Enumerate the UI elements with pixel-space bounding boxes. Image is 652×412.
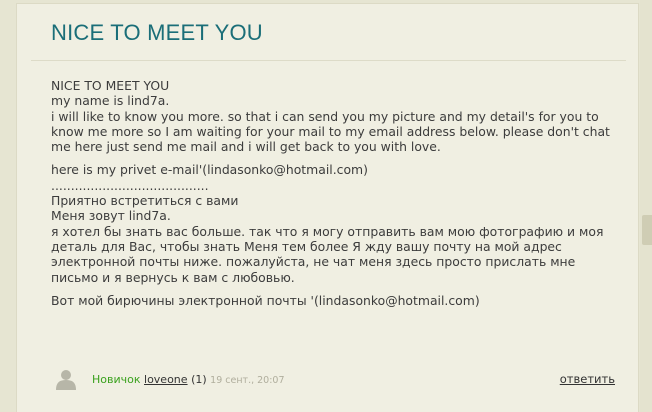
forum-post: NICE TO MEET YOU NICE TO MEET YOU my nam… — [16, 3, 639, 412]
post-meta: Новичок loveone (1) 19 сент., 20:07 — [92, 373, 285, 386]
body-line: my name is lind7a. — [51, 93, 170, 109]
body-paragraph: i will like to know you more. so that i … — [51, 108, 610, 155]
user-rank: Новичок — [92, 373, 141, 386]
body-line: NICE TO MEET YOU — [51, 78, 170, 93]
post-count: (1) — [191, 373, 207, 386]
user-silhouette-icon — [55, 368, 77, 390]
dotted-separator: ........................................ — [51, 177, 209, 193]
reply-link[interactable]: ответить — [560, 372, 615, 386]
post-title: NICE TO MEET YOU — [51, 20, 263, 45]
author-link[interactable]: loveone — [144, 373, 188, 386]
post-footer: Новичок loveone (1) 19 сент., 20:07 отве… — [55, 366, 615, 394]
post-body: NICE TO MEET YOU my name is lind7a. i wi… — [51, 78, 621, 308]
page-edge — [640, 0, 652, 412]
title-divider — [31, 60, 626, 61]
body-line-ru: Меня зовут lind7a. — [51, 208, 171, 224]
body-paragraph-ru: я хотел бы знать вас больше. так что я м… — [51, 223, 604, 285]
side-tab — [642, 215, 652, 245]
email-line-ru: Вот мой бирючины электронной почты '(lin… — [51, 292, 480, 308]
body-line-ru: Приятно встретиться с вами — [51, 193, 239, 209]
email-line: here is my privet e-mail'(lindasonko@hot… — [51, 162, 368, 178]
post-date: 19 сент., 20:07 — [210, 375, 285, 386]
